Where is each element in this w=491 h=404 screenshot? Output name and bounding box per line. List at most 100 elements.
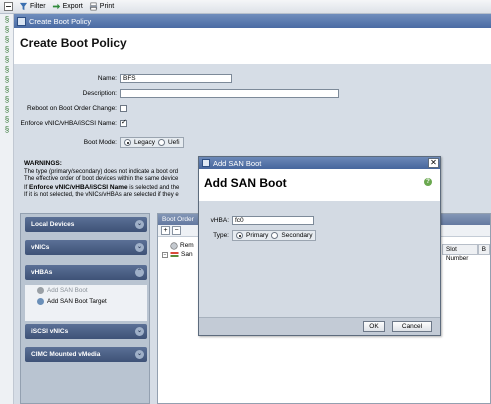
enforce-checkbox[interactable] xyxy=(120,118,127,127)
dialog-heading: Add SAN Boot xyxy=(204,176,287,190)
add-san-boot-target-item[interactable]: Add SAN Boot Target xyxy=(25,296,147,307)
expand-icon[interactable]: + xyxy=(161,226,170,235)
description-row: Description: xyxy=(14,89,339,98)
left-icon-strip: § § § § § § § § § § § § xyxy=(0,14,14,404)
column-header[interactable]: B xyxy=(477,244,490,255)
dialog-body: vHBA: fc0 Type: Primary Secondary xyxy=(199,201,440,317)
description-input[interactable] xyxy=(120,89,339,98)
vhba-row: vHBA: fc0 xyxy=(204,216,314,225)
export-label: Export xyxy=(62,3,83,10)
description-label: Description: xyxy=(82,90,117,97)
enforce-label: Enforce vNIC/vHBA/iSCSI Name: xyxy=(20,120,117,127)
uefi-radio[interactable] xyxy=(157,139,165,146)
name-row: Name: BFS xyxy=(14,74,232,83)
policy-icon[interactable]: § xyxy=(2,55,12,64)
ok-button[interactable]: OK xyxy=(363,321,385,332)
toolbar: Filter Export Print xyxy=(0,0,491,14)
policy-icon[interactable]: § xyxy=(2,95,12,104)
add-san-boot-dialog: Add SAN Boot ✕ Add SAN Boot ? vHBA: fc0 … xyxy=(198,156,441,336)
printer-icon xyxy=(89,2,97,11)
section-label: CIMC Mounted vMedia xyxy=(31,351,101,358)
policy-icon[interactable]: § xyxy=(2,45,12,54)
section-iscsi-vnics[interactable]: iSCSI vNICs ⌄ xyxy=(25,324,147,339)
policy-icon[interactable]: § xyxy=(2,25,12,34)
print-button[interactable]: Print xyxy=(89,2,114,11)
policy-icon[interactable]: § xyxy=(2,15,12,24)
item-label: Add SAN Boot Target xyxy=(47,298,107,305)
disk-icon xyxy=(170,241,178,250)
tree-label: San xyxy=(181,251,193,258)
name-input[interactable]: BFS xyxy=(120,74,232,83)
reboot-label: Reboot on Boot Order Change: xyxy=(27,105,117,112)
dialog-footer: OK Cancel xyxy=(199,317,440,335)
section-label: iSCSI vNICs xyxy=(31,328,69,335)
warning-bold-text: Enforce vNIC/vHBA/iSCSI Name xyxy=(29,183,128,191)
add-san-boot-item[interactable]: Add SAN Boot xyxy=(25,285,147,296)
devices-panel: Local Devices ⌄ vNICs ⌄ vHBAs ⌃ Add SAN … xyxy=(20,213,150,404)
window-title-bar: Create Boot Policy xyxy=(14,14,491,28)
filter-button[interactable]: Filter xyxy=(19,2,46,11)
section-local-devices[interactable]: Local Devices ⌄ xyxy=(25,217,147,232)
dialog-icon xyxy=(202,159,210,167)
legacy-label: Legacy xyxy=(134,139,155,146)
tree-label: Rem xyxy=(180,242,194,249)
chevron-down-icon[interactable]: ⌄ xyxy=(135,327,144,336)
warning-text: is selected and the xyxy=(127,184,180,191)
cancel-button[interactable]: Cancel xyxy=(392,321,432,332)
chevron-down-icon[interactable]: ⌄ xyxy=(135,220,144,229)
export-button[interactable]: Export xyxy=(52,2,83,11)
chevron-down-icon[interactable]: ⌄ xyxy=(135,350,144,359)
close-icon[interactable]: ✕ xyxy=(428,158,439,168)
filter-icon xyxy=(19,2,28,11)
san-boot-icon xyxy=(37,287,44,294)
name-label: Name: xyxy=(97,75,117,82)
column-header-slot-number[interactable]: Slot Number xyxy=(442,244,478,262)
dialog-title-bar: Add SAN Boot ✕ xyxy=(199,157,440,169)
boot-mode-radio-group: Legacy Uefi xyxy=(120,137,184,148)
reboot-checkbox[interactable] xyxy=(120,105,127,112)
san-boot-target-icon xyxy=(37,298,44,305)
san-icon xyxy=(170,251,179,257)
vhba-input[interactable]: fc0 xyxy=(232,216,314,225)
type-label: Type: xyxy=(213,232,229,239)
export-icon xyxy=(52,3,60,10)
policy-icon[interactable]: § xyxy=(2,75,12,84)
section-vhbas[interactable]: vHBAs ⌃ xyxy=(25,265,147,280)
policy-icon[interactable]: § xyxy=(2,115,12,124)
grid-header: Slot Number B xyxy=(442,244,490,262)
chevron-up-icon[interactable]: ⌃ xyxy=(135,268,144,277)
page-header: Create Boot Policy xyxy=(14,28,491,64)
page-title: Create Boot Policy xyxy=(20,36,127,50)
policy-icon[interactable]: § xyxy=(2,35,12,44)
enforce-row: Enforce vNIC/vHBA/iSCSI Name: xyxy=(14,118,127,127)
secondary-radio[interactable] xyxy=(271,232,279,239)
policy-icon[interactable]: § xyxy=(2,65,12,74)
policy-icon[interactable]: § xyxy=(2,85,12,94)
dialog-header: Add SAN Boot ? xyxy=(199,169,440,201)
section-label: Local Devices xyxy=(31,221,75,228)
section-vnics[interactable]: vNICs ⌄ xyxy=(25,240,147,255)
legacy-radio[interactable] xyxy=(124,139,131,146)
collapse-node-icon[interactable]: − xyxy=(162,251,168,258)
window-title: Create Boot Policy xyxy=(29,16,92,26)
reboot-row: Reboot on Boot Order Change: xyxy=(14,105,127,112)
primary-radio[interactable] xyxy=(236,232,243,239)
uefi-label: Uefi xyxy=(167,139,180,146)
dialog-title: Add SAN Boot xyxy=(213,158,262,168)
item-label: Add SAN Boot xyxy=(47,287,88,294)
filter-label: Filter xyxy=(30,3,46,10)
type-radio-group: Primary Secondary xyxy=(232,230,317,241)
help-icon[interactable]: ? xyxy=(424,178,432,186)
primary-label: Primary xyxy=(246,232,269,239)
policy-icon[interactable]: § xyxy=(2,105,12,114)
warnings-title: WARNINGS: xyxy=(24,160,62,167)
vhbas-body: Add SAN Boot Add SAN Boot Target xyxy=(25,285,147,321)
secondary-label: Secondary xyxy=(281,232,313,239)
policy-icon[interactable]: § xyxy=(2,125,12,134)
section-cimc-vmedia[interactable]: CIMC Mounted vMedia ⌄ xyxy=(25,347,147,362)
chevron-down-icon[interactable]: ⌄ xyxy=(135,243,144,252)
section-label: vHBAs xyxy=(31,269,53,276)
type-row: Type: Primary Secondary xyxy=(204,230,317,241)
minimize-icon[interactable] xyxy=(4,2,13,11)
collapse-icon[interactable]: − xyxy=(172,226,181,235)
